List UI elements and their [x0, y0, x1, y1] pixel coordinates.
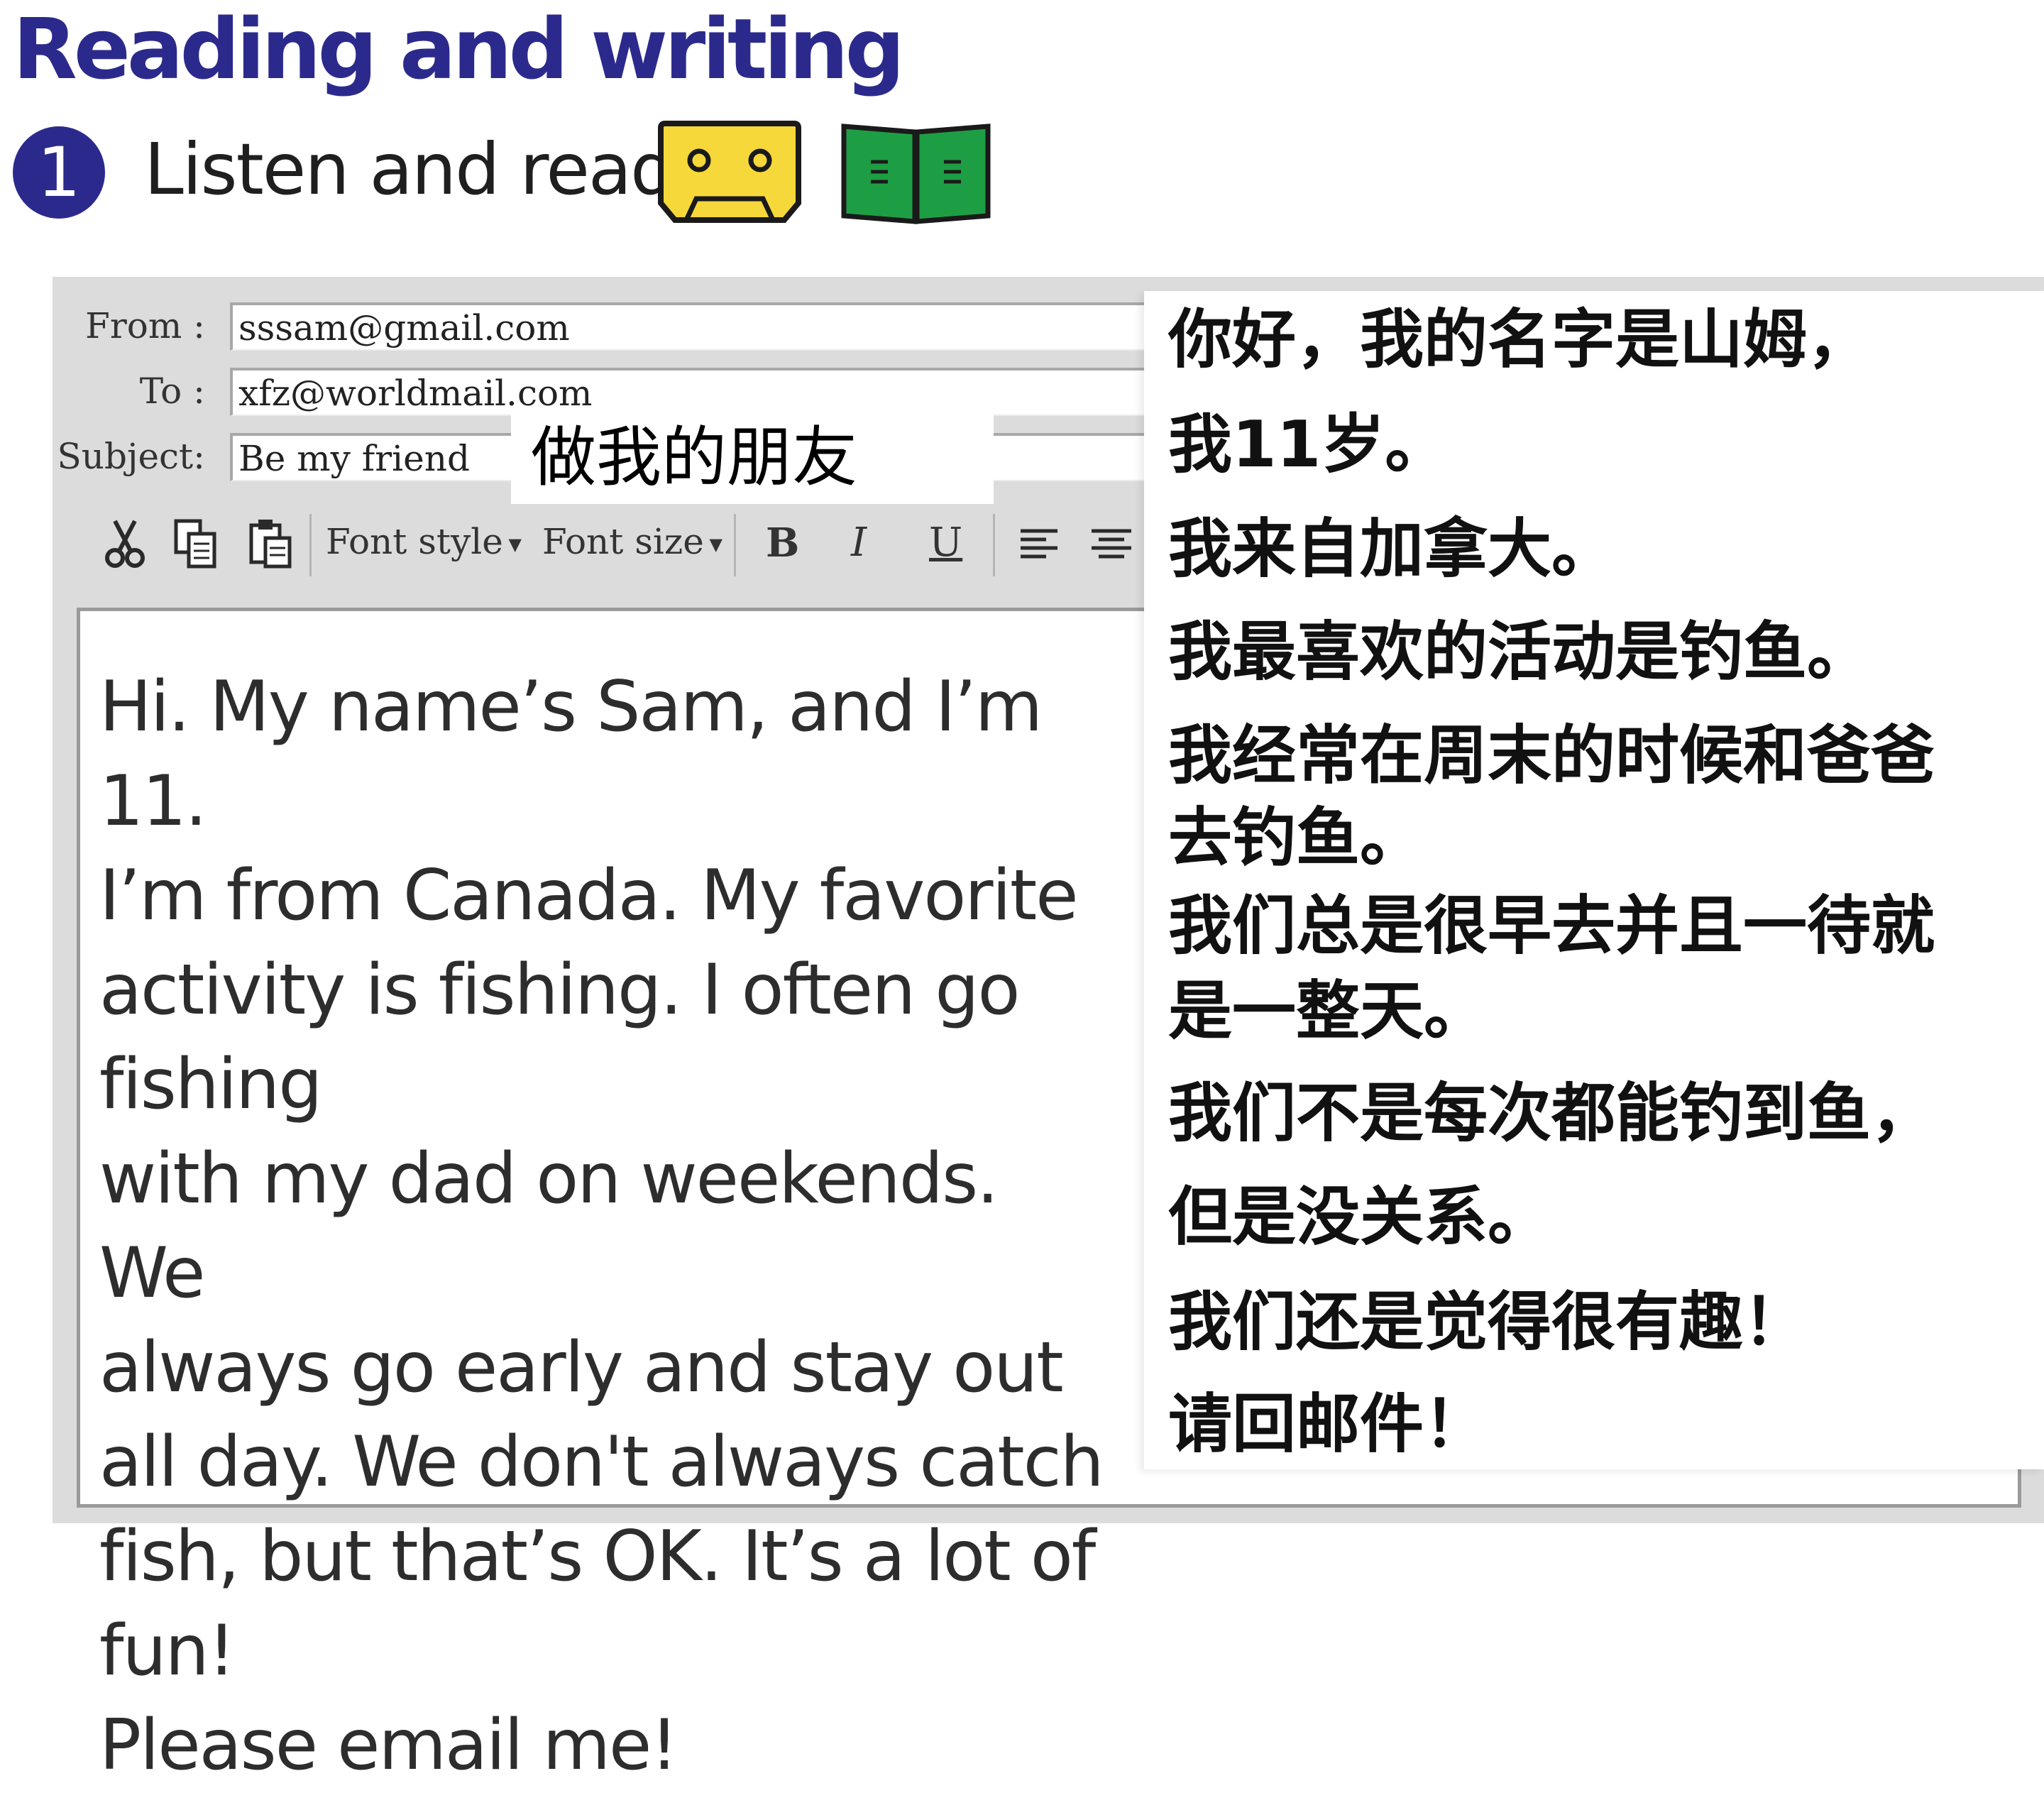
subject-translation: 做我的朋友 [511, 412, 994, 504]
chevron-down-icon: ▼ [502, 534, 522, 554]
translation-line: 我经常在周末的时候和爸爸 [1168, 718, 1935, 793]
translation-line: 是一整天。 [1168, 974, 1488, 1048]
cassette-icon[interactable] [655, 119, 804, 226]
email-body-text: Hi. My name’s Sam, and I’m 11. I’m from … [99, 667, 1104, 1786]
toolbar-separator [734, 514, 736, 576]
chevron-down-icon: ▼ [703, 534, 722, 554]
to-field[interactable]: xfz@worldmail.com [230, 368, 1224, 416]
translation-line: 我最喜欢的活动是钓鱼。 [1168, 615, 1871, 689]
translation-line: 请回邮件！ [1168, 1387, 1488, 1462]
exercise-instruction: Listen and read. [144, 128, 696, 211]
formatting-toolbar: Font style ▼ Font size ▼ B I U [81, 504, 1188, 582]
align-center-icon[interactable] [1089, 518, 1134, 569]
from-field[interactable]: sssam@gmail.com [230, 302, 1224, 351]
translation-line: 我们总是很早去并且一待就 [1168, 889, 1935, 963]
translation-line: 我11岁。 [1168, 407, 1449, 482]
font-size-dropdown[interactable]: Font size ▼ [542, 521, 722, 562]
section-heading: Reading and writing [13, 0, 905, 98]
font-size-label: Font size [542, 521, 704, 562]
translation-line: 我们不是每次都能钓到鱼， [1168, 1076, 1935, 1151]
exercise-number: 1 [13, 126, 105, 219]
paste-icon[interactable] [248, 518, 294, 569]
underline-button[interactable]: U [929, 520, 962, 566]
copy-icon[interactable] [173, 518, 219, 569]
translation-line: 去钓鱼。 [1168, 801, 1424, 875]
to-label: To : [139, 371, 205, 412]
align-left-icon[interactable] [1018, 518, 1063, 569]
translation-line: 但是没关系。 [1168, 1180, 1551, 1254]
font-style-dropdown[interactable]: Font style ▼ [326, 521, 522, 562]
translation-panel: 你好，我的名字是山姆， 我11岁。 我来自加拿大。 我最喜欢的活动是钓鱼。 我经… [1144, 291, 2044, 1469]
scissors-icon[interactable] [102, 518, 148, 569]
font-style-label: Font style [326, 521, 503, 562]
translation-line: 我来自加拿大。 [1168, 512, 1615, 586]
toolbar-separator [309, 514, 312, 576]
open-book-icon[interactable] [840, 119, 992, 226]
translation-line: 我们还是觉得很有趣！ [1168, 1285, 1807, 1359]
from-label: From : [85, 305, 205, 346]
bold-button[interactable]: B [766, 520, 799, 566]
italic-button[interactable]: I [851, 520, 867, 566]
subject-label: Subject: [57, 436, 206, 477]
translation-line: 你好，我的名字是山姆， [1168, 302, 1871, 377]
toolbar-separator [993, 514, 995, 576]
